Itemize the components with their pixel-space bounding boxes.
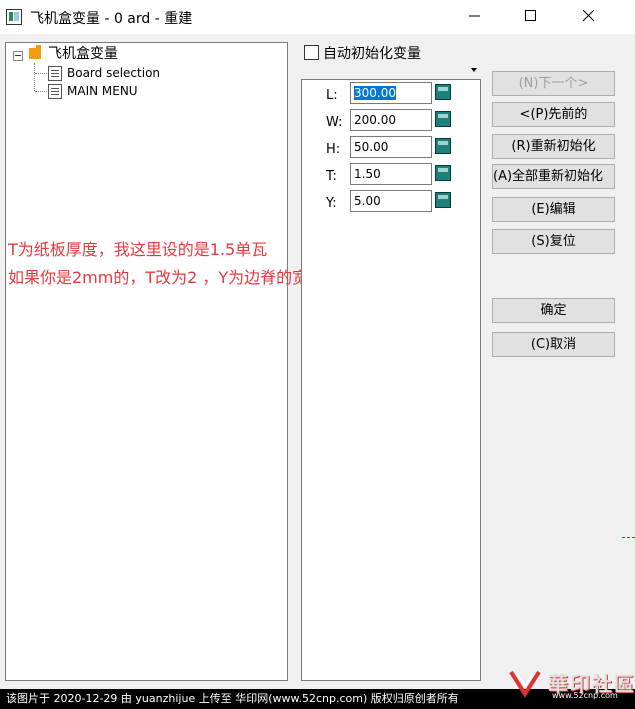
app-icon [6, 9, 22, 25]
tree-item-main-menu[interactable]: MAIN MENU [67, 82, 138, 100]
document-icon [48, 84, 62, 99]
param-label-h: H: [326, 142, 341, 157]
param-input-h[interactable]: 50.00 [350, 136, 432, 158]
reinit-button[interactable]: (R)重新初始化 [492, 134, 615, 159]
param-label-l: L: [326, 88, 338, 103]
maximize-button[interactable] [508, 0, 554, 32]
minimize-icon [469, 15, 480, 17]
param-input-w[interactable]: 200.00 [350, 109, 432, 131]
ok-button[interactable]: 确定 [492, 298, 615, 323]
tree-connector [35, 91, 47, 92]
close-button[interactable] [566, 0, 612, 32]
auto-init-checkbox[interactable] [304, 45, 319, 60]
param-label-w: W: [326, 115, 343, 130]
close-icon [583, 10, 595, 22]
calculator-icon[interactable] [435, 138, 451, 154]
calculator-icon[interactable] [435, 165, 451, 181]
maximize-icon [525, 10, 536, 21]
param-input-t[interactable]: 1.50 [350, 163, 432, 185]
watermark-emblem-icon [509, 670, 541, 698]
divider [622, 537, 635, 538]
document-icon [48, 66, 62, 81]
param-label-t: T: [326, 169, 337, 184]
minimize-button[interactable] [452, 0, 498, 32]
tree-panel[interactable]: 飞机盒变量 Board selection MAIN MENU [5, 42, 288, 681]
folder-icon [29, 45, 41, 59]
tree-connector [35, 73, 47, 74]
auto-init-label: 自动初始化变量 [323, 46, 421, 62]
next-button[interactable]: (N)下一个> [492, 71, 615, 96]
watermark-logo: 華印社區 www.52cnp.com [505, 664, 634, 704]
annotation-line-1: T为纸板厚度，我这里设的是1.5单瓦 [8, 240, 268, 259]
param-input-y[interactable]: 5.00 [350, 190, 432, 212]
watermark-url: www.52cnp.com [552, 691, 618, 700]
param-input-l[interactable]: 300.00 [350, 82, 432, 104]
tree-item-board-selection[interactable]: Board selection [67, 64, 160, 82]
tree-root[interactable]: 飞机盒变量 [48, 45, 118, 63]
calculator-icon[interactable] [435, 192, 451, 208]
collapse-toggle-icon[interactable] [13, 51, 23, 61]
reinit-all-button[interactable]: (A)全部重新初始化 [492, 164, 615, 189]
param-label-y: Y: [326, 196, 337, 211]
cancel-button[interactable]: (C)取消 [492, 332, 615, 357]
calculator-icon[interactable] [435, 84, 451, 100]
title-bar: 飞机盒变量 - 0 ard - 重建 [0, 0, 635, 34]
prev-button[interactable]: <(P)先前的 [492, 102, 615, 127]
calculator-icon[interactable] [435, 111, 451, 127]
edit-button[interactable]: (E)编辑 [492, 197, 615, 222]
param-value-l: 300.00 [354, 86, 396, 100]
window-title: 飞机盒变量 - 0 ard - 重建 [30, 11, 193, 27]
tree-connector [34, 63, 35, 91]
reset-button[interactable]: (S)复位 [492, 229, 615, 254]
dropdown-arrow-icon[interactable] [471, 68, 477, 72]
